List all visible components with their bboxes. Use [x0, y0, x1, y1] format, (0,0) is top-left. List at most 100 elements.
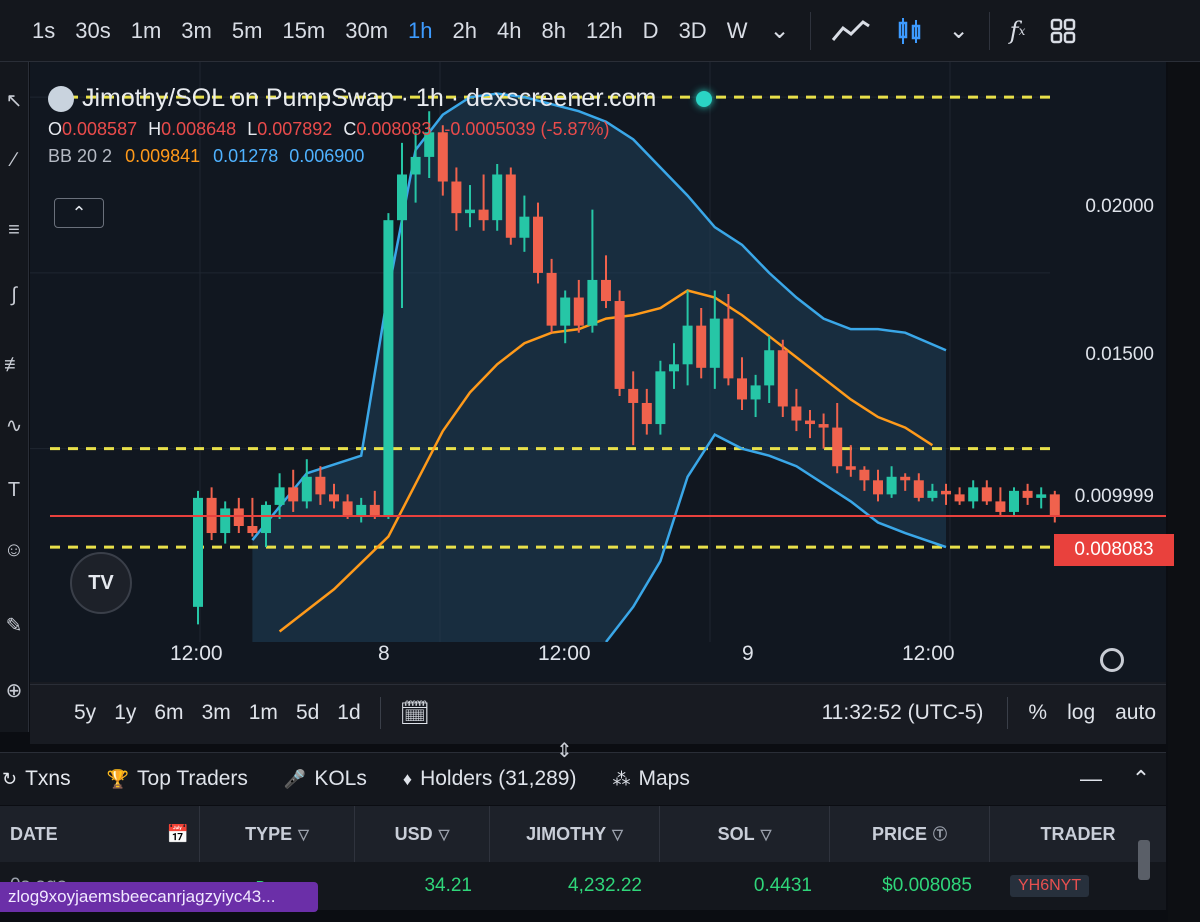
layout-grid-icon[interactable]	[1037, 0, 1089, 62]
open-label: O	[48, 119, 63, 139]
trader-tag[interactable]: YH6NYT	[1010, 875, 1090, 897]
tab-label: Top Traders	[137, 767, 248, 790]
filter-icon[interactable]: ▽	[298, 826, 309, 843]
cursor-icon[interactable]: ↖	[0, 82, 28, 118]
address-tooltip[interactable]: zlog9xoyjaemsbeecanrjagzyiyc43...	[0, 882, 318, 912]
range-1m[interactable]: 1m	[240, 701, 287, 725]
price-axis-label: 0.009999	[1074, 486, 1154, 507]
tf-8h[interactable]: 8h	[531, 0, 575, 62]
tf-1m[interactable]: 1m	[121, 0, 172, 62]
range-1y[interactable]: 1y	[105, 701, 145, 725]
filter-icon[interactable]: ▽	[439, 826, 450, 843]
range-5d[interactable]: 5d	[287, 701, 328, 725]
price-axis-label: 0.02000	[1085, 196, 1154, 217]
col-usd[interactable]: USD ▽	[355, 806, 490, 862]
tf-30s[interactable]: 30s	[65, 0, 120, 62]
text-icon[interactable]: T	[0, 472, 28, 508]
tf-15m[interactable]: 15m	[272, 0, 335, 62]
diamond-icon: ♦	[402, 768, 413, 789]
col-sol[interactable]: SOL ▽	[660, 806, 830, 862]
tf-2h[interactable]: 2h	[443, 0, 487, 62]
tab-top-traders[interactable]: 🏆 Top Traders	[89, 767, 266, 791]
change-value: -0.0005039 (-5.87%)	[444, 119, 610, 139]
low-label: L	[247, 119, 258, 139]
tf-5m[interactable]: 5m	[222, 0, 273, 62]
calendar-icon[interactable]: 📅	[167, 824, 189, 845]
col-price[interactable]: PRICE Ⓣ	[830, 806, 990, 862]
percent-toggle[interactable]: %	[1018, 701, 1057, 725]
tf-1s[interactable]: 1s	[0, 0, 65, 62]
candle-body	[1009, 490, 1019, 512]
pattern-icon[interactable]: ∫	[0, 277, 28, 313]
time-axis-label: 9	[742, 642, 754, 665]
log-toggle[interactable]: log	[1057, 701, 1105, 725]
cell-usd: 34.21	[424, 875, 472, 896]
forecast-icon[interactable]: ≢	[0, 347, 28, 383]
chevron-down-icon[interactable]: ⌄	[937, 0, 981, 62]
candle-body	[764, 350, 775, 386]
tf-12h[interactable]: 12h	[576, 0, 633, 62]
tab-maps[interactable]: ⁂ Maps	[594, 767, 707, 791]
candle-body	[968, 487, 979, 502]
candle-body	[682, 325, 693, 365]
chart-settings-icon[interactable]	[1100, 648, 1124, 672]
candle-body	[818, 424, 829, 428]
table-scrollbar[interactable]	[1138, 840, 1150, 880]
col-jimothy[interactable]: JIMOTHY ▽	[490, 806, 660, 862]
time-axis-label: 12:00	[538, 642, 591, 665]
candle-body	[805, 420, 815, 425]
goto-date-icon[interactable]: 🗓	[391, 699, 439, 728]
currency-toggle-icon[interactable]: Ⓣ	[933, 824, 947, 844]
candle-body	[465, 209, 475, 214]
brush-icon[interactable]: ∿	[0, 407, 28, 443]
tf-w[interactable]: W	[717, 0, 758, 62]
clock-timezone[interactable]: 11:32:52 (UTC-5)	[822, 701, 998, 725]
chart-title: Jimothy/SOL on PumpSwap · 1h · dexscreen…	[82, 84, 657, 112]
candle-body	[669, 364, 679, 372]
range-6m[interactable]: 6m	[145, 701, 192, 725]
tab-txns[interactable]: ↻ Txns	[0, 767, 89, 791]
expand-up-icon[interactable]: ⌃	[1116, 759, 1166, 799]
tf-1h[interactable]: 1h	[398, 0, 442, 62]
indicators-fx-icon[interactable]: fx	[998, 0, 1038, 62]
tf-4h[interactable]: 4h	[487, 0, 531, 62]
line-chart-icon[interactable]	[819, 0, 883, 62]
col-label: DATE	[10, 823, 58, 844]
candle-body	[886, 476, 897, 495]
tf-30m[interactable]: 30m	[335, 0, 398, 62]
price-axis-label: 0.01500	[1085, 344, 1154, 365]
live-status-icon	[696, 90, 713, 107]
tf-3d[interactable]: 3D	[669, 0, 717, 62]
candle-body	[329, 494, 339, 502]
collapse-legend-button[interactable]: ⌃	[54, 198, 104, 228]
price-chart[interactable]: Jimothy/SOL on PumpSwap · 1h · dexscreen…	[30, 62, 1174, 744]
bb-lower-value: 0.006900	[289, 146, 365, 166]
emoji-icon[interactable]: ☺	[0, 532, 28, 568]
candles-icon[interactable]	[883, 0, 937, 62]
trendline-icon[interactable]: ∕	[0, 142, 28, 178]
candle-body	[451, 181, 462, 214]
filter-icon[interactable]: ▽	[612, 826, 623, 843]
zoom-icon[interactable]: ⊕	[0, 672, 28, 708]
tf-d[interactable]: D	[633, 0, 669, 62]
ruler-icon[interactable]: ✎	[0, 607, 28, 643]
col-date[interactable]: DATE 📅	[0, 806, 200, 862]
range-5y[interactable]: 5y	[30, 701, 105, 725]
col-type[interactable]: TYPE ▽	[200, 806, 355, 862]
candle-body	[859, 469, 870, 481]
tab-holders[interactable]: ♦ Holders (31,289)	[385, 767, 595, 791]
tab-kols[interactable]: 🎤 KOLs	[266, 767, 385, 791]
minimize-icon[interactable]: —	[1066, 759, 1116, 799]
bollinger-legend: BB 20 2 0.009841 0.01278 0.006900	[48, 146, 712, 167]
range-1d[interactable]: 1d	[328, 701, 369, 725]
range-3m[interactable]: 3m	[193, 701, 240, 725]
filter-icon[interactable]: ▽	[761, 826, 772, 843]
chevron-down-icon[interactable]: ⌄	[757, 0, 801, 62]
resize-handle-icon[interactable]: ⇕	[556, 738, 573, 763]
candle-body	[573, 297, 584, 326]
tf-3m[interactable]: 3m	[171, 0, 222, 62]
close-label: C	[343, 119, 357, 139]
auto-toggle[interactable]: auto	[1105, 701, 1166, 725]
fib-icon[interactable]: ≡	[0, 212, 28, 248]
candle-body	[641, 402, 652, 425]
